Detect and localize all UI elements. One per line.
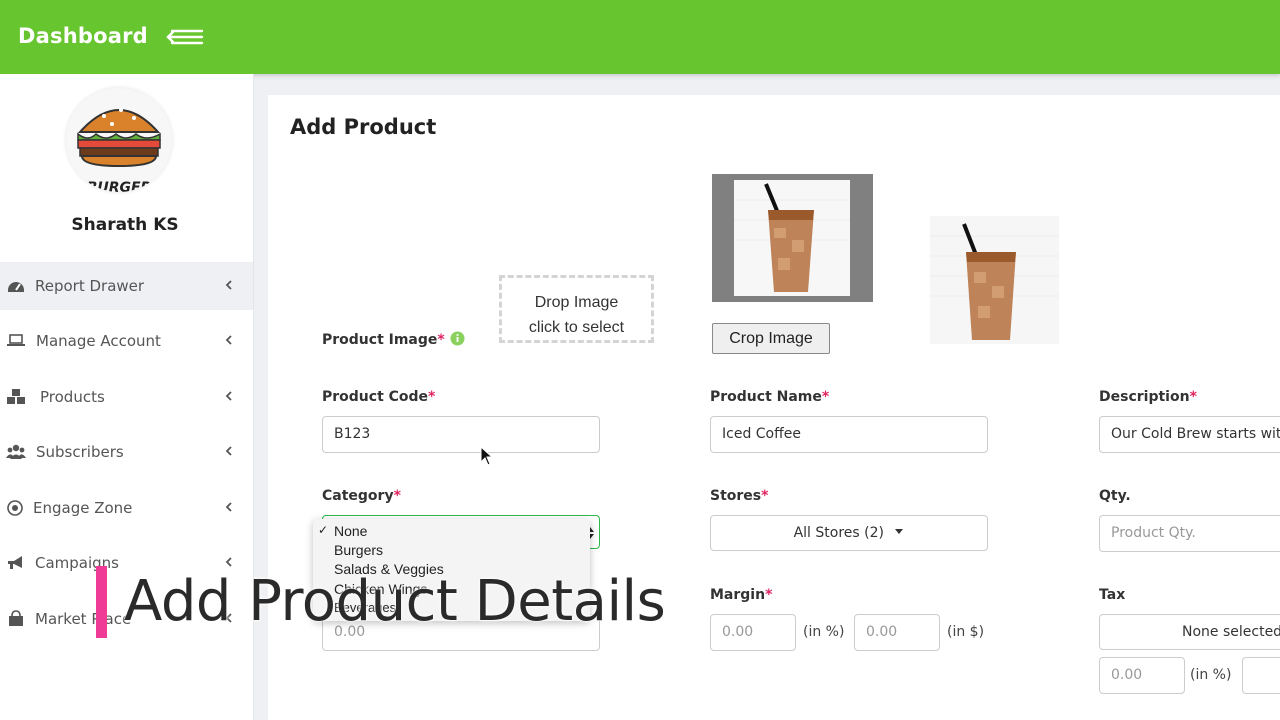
margin-percent-input[interactable]: 0.00 [710, 614, 796, 651]
product-code-label: Product Code* [322, 389, 435, 405]
target-icon [7, 500, 23, 516]
required-mark: * [1189, 389, 1197, 405]
product-code-input[interactable]: B123 [322, 416, 600, 453]
burger-logo: BURGER [66, 88, 172, 192]
info-icon[interactable] [450, 331, 465, 346]
page-title: Add Product [290, 115, 437, 139]
qty-label: Qty. [1099, 488, 1131, 504]
label-text: Category [322, 488, 394, 504]
laptop-icon [7, 334, 25, 346]
required-mark: * [393, 488, 401, 504]
required-mark: * [428, 389, 436, 405]
margin-percent-unit: (in %) [803, 624, 845, 640]
crop-preview[interactable] [712, 174, 873, 302]
sidebar-item-subscribers[interactable]: Subscribers [0, 428, 253, 476]
label-text: Description [1099, 389, 1190, 405]
product-name-input[interactable]: Iced Coffee [710, 416, 988, 453]
sidebar-item-engage-zone[interactable]: Engage Zone [0, 484, 253, 532]
product-image-label: Product Image* [322, 331, 465, 348]
logo-text: BURGER [86, 180, 152, 192]
tax-label: Tax [1099, 587, 1126, 603]
sidebar-item-label: Manage Account [36, 332, 161, 350]
bullhorn-icon [8, 556, 22, 569]
chevron-left-icon [225, 502, 232, 512]
tax-amount-input[interactable] [1242, 657, 1280, 694]
dashboard-gauge-icon [8, 282, 24, 292]
cropped-image-preview [930, 216, 1059, 344]
top-bar: Dashboard [0, 0, 1280, 74]
category-option[interactable]: None [334, 523, 367, 539]
cubes-icon [7, 389, 25, 404]
sidebar-item-label: Report Drawer [35, 277, 145, 295]
menu-arrow-left-icon[interactable] [164, 24, 206, 50]
stores-label: Stores* [710, 488, 768, 504]
margin-label: Margin* [710, 587, 772, 603]
brand-title[interactable]: Dashboard [18, 24, 148, 48]
caption-accent-bar [96, 566, 107, 638]
tax-percent-unit: (in %) [1190, 667, 1232, 683]
margin-amount-input[interactable]: 0.00 [854, 614, 940, 651]
stores-value: All Stores (2) [793, 525, 884, 541]
label-text: Stores [710, 488, 762, 504]
category-option[interactable]: Burgers [334, 542, 383, 558]
checkmark-icon: ✓ [318, 523, 329, 537]
label-text: Margin [710, 587, 766, 603]
label-text: Product Image [322, 332, 438, 348]
stores-dropdown[interactable]: All Stores (2) [710, 515, 988, 551]
required-mark: * [821, 389, 830, 405]
description-label: Description* [1099, 389, 1197, 405]
required-mark: * [437, 332, 445, 348]
dropzone-line-1: Drop Image [534, 294, 619, 311]
caret-down-icon [895, 529, 904, 534]
users-icon [6, 444, 26, 459]
chevron-left-icon [225, 391, 232, 401]
chevron-left-icon [225, 557, 232, 567]
margin-amount-unit: (in $) [947, 624, 985, 640]
dropzone-line-2: click to select [528, 319, 625, 336]
shopping-bag-icon [9, 610, 23, 626]
product-name-label: Product Name* [710, 389, 829, 405]
label-text: Product Name [710, 389, 822, 405]
sidebar-item-label: Products [40, 388, 105, 406]
category-label: Category* [322, 488, 401, 504]
chevron-left-icon [225, 446, 232, 456]
mouse-cursor-icon [480, 446, 494, 466]
description-input[interactable]: Our Cold Brew starts with [1099, 416, 1280, 453]
iced-coffee-image [734, 180, 850, 296]
sidebar-item-label: Market Place [35, 610, 132, 628]
user-name: Sharath KS [71, 215, 179, 235]
required-mark: * [761, 488, 769, 504]
image-dropzone[interactable]: Drop Image click to select [499, 275, 654, 343]
iced-coffee-image-art [734, 180, 850, 296]
sidebar-item-label: Engage Zone [33, 499, 133, 517]
tax-select[interactable]: None selected [1099, 614, 1280, 650]
chevron-left-icon [225, 280, 232, 290]
required-mark: * [765, 587, 773, 603]
crop-image-button[interactable]: Crop Image [712, 323, 830, 354]
sidebar-item-label: Subscribers [36, 443, 124, 461]
overlay-caption: Add Product Details [124, 569, 666, 634]
label-text: Product Code [322, 389, 429, 405]
qty-input[interactable]: Product Qty. [1099, 515, 1280, 552]
iced-coffee-image-cropped [930, 216, 1059, 344]
sidebar-item-manage-account[interactable]: Manage Account [0, 317, 253, 365]
tax-percent-input[interactable]: 0.00 [1099, 657, 1185, 694]
sidebar-item-report-drawer[interactable]: Report Drawer [0, 262, 253, 310]
burger-icon [77, 108, 161, 168]
sidebar-item-products[interactable]: Products [0, 373, 253, 421]
chevron-left-icon [225, 335, 232, 345]
